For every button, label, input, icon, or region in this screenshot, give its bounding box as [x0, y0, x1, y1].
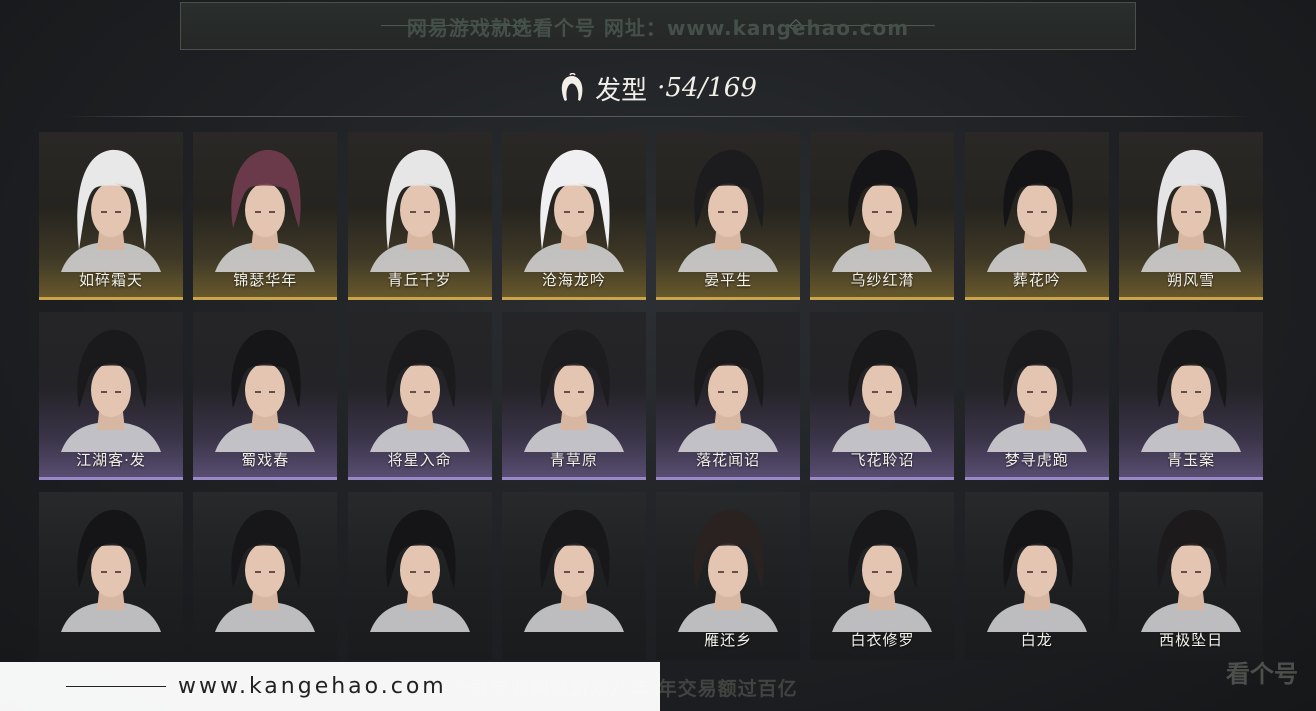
- hairstyle-grid: 如碎霜天 锦瑟华年 青丘千岁 沧海龙吟 晏平生 乌纱红潸 葬花吟 朔风雪江湖客·发 蜀戏春 将星入…: [39, 132, 1264, 660]
- hairstyle-card[interactable]: 锦瑟华年: [193, 132, 338, 300]
- hairstyle-card[interactable]: 朔风雪: [1119, 132, 1264, 300]
- hairstyle-name: 西极坠日: [1159, 631, 1224, 649]
- portrait-image: [678, 149, 779, 272]
- hairstyle-card[interactable]: [193, 492, 338, 660]
- hairstyle-card[interactable]: [347, 492, 492, 660]
- portrait-image: [523, 509, 624, 632]
- portrait-image: [215, 149, 316, 272]
- hairstyle-card[interactable]: 如碎霜天: [39, 132, 183, 300]
- hairstyle-card[interactable]: [501, 492, 646, 660]
- watermark-logo: 看个号: [1226, 660, 1298, 688]
- hairstyle-card[interactable]: 沧海龙吟: [501, 132, 646, 300]
- bottom-url-bar: www.kangehao.com: [0, 662, 660, 711]
- portrait-image: [986, 509, 1087, 632]
- hairstyle-name: 朔风雪: [1167, 271, 1216, 289]
- hairstyle-card[interactable]: 西极坠日: [1119, 492, 1264, 660]
- hairstyle-card[interactable]: 落花闻诏: [656, 312, 801, 480]
- portrait-image: [215, 509, 316, 632]
- portrait-image: [678, 329, 779, 452]
- hairstyle-name: 飞花聆诏: [850, 451, 915, 469]
- portrait-image: [1141, 329, 1242, 452]
- hairstyle-card[interactable]: 将星入命: [347, 312, 492, 480]
- hairstyle-card[interactable]: 葬花吟: [964, 132, 1109, 300]
- hairstyle-card[interactable]: 青玉案: [1119, 312, 1264, 480]
- heading-count-value: 54/169: [665, 73, 757, 103]
- hairstyle-name: 沧海龙吟: [541, 271, 606, 289]
- hairstyle-name: 江湖客·发: [76, 451, 146, 469]
- hairstyle-name: 青草原: [549, 451, 598, 469]
- hairstyle-card[interactable]: 白龙: [964, 492, 1109, 660]
- hairstyle-name: 乌纱红潸: [850, 271, 915, 289]
- hairstyle-card[interactable]: 青草原: [501, 312, 646, 480]
- page-heading: 发型 ·54/169: [0, 68, 1316, 108]
- hairstyle-name: 蜀戏春: [241, 451, 290, 469]
- hairstyle-name: 青玉案: [1167, 451, 1216, 469]
- portrait-image: [61, 509, 161, 632]
- portrait-image: [1141, 509, 1242, 632]
- hairstyle-card[interactable]: 乌纱红潸: [810, 132, 955, 300]
- portrait-image: [369, 329, 470, 452]
- hairstyle-card[interactable]: 蜀戏春: [193, 312, 338, 480]
- hairstyle-name: 白衣修罗: [850, 631, 915, 649]
- portrait-image: [678, 509, 779, 632]
- portrait-image: [986, 149, 1087, 272]
- heading-title: 发型: [595, 75, 648, 106]
- portrait-image: [369, 509, 470, 632]
- portrait-image: [523, 329, 624, 452]
- hairstyle-card[interactable]: 江湖客·发: [39, 312, 183, 480]
- hairstyle-name: 雁还乡: [704, 631, 753, 649]
- portrait-image: [523, 149, 624, 272]
- portrait-image: [1141, 149, 1242, 272]
- hairstyle-name: 青丘千岁: [387, 271, 452, 289]
- portrait-image: [832, 329, 933, 452]
- hairstyle-name: 白龙: [1020, 631, 1053, 649]
- top-watermark-banner: 网易游戏就选看个号 网址：www.kangehao.com: [180, 2, 1136, 50]
- portrait-image: [215, 329, 316, 452]
- top-watermark-text: 网易游戏就选看个号 网址：www.kangehao.com: [406, 15, 910, 40]
- portrait-image: [832, 149, 933, 272]
- hairstyle-card[interactable]: 晏平生: [656, 132, 801, 300]
- hairstyle-card[interactable]: 飞花聆诏: [810, 312, 955, 480]
- hairstyle-icon: [561, 73, 583, 101]
- hairstyle-name: 晏平生: [704, 271, 753, 289]
- portrait-image: [369, 149, 470, 272]
- hairstyle-card[interactable]: 青丘千岁: [347, 132, 492, 300]
- hairstyle-card[interactable]: 雁还乡: [656, 492, 801, 660]
- heading-count: ·54/169: [657, 73, 757, 103]
- bottom-url-text: www.kangehao.com: [178, 674, 447, 699]
- heading-divider: [64, 116, 1252, 117]
- hairstyle-card[interactable]: 梦寻虎跑: [964, 312, 1109, 480]
- hairstyle-name: 梦寻虎跑: [1004, 451, 1069, 469]
- hairstyle-name: 锦瑟华年: [233, 271, 298, 289]
- portrait-image: [61, 149, 161, 272]
- hairstyle-name: 葬花吟: [1012, 271, 1061, 289]
- hairstyle-name: 如碎霜天: [78, 271, 143, 289]
- url-bar-rule: [66, 686, 166, 687]
- hairstyle-name: 落花闻诏: [696, 451, 761, 469]
- hairstyle-card[interactable]: 白衣修罗: [810, 492, 955, 660]
- portrait-image: [986, 329, 1087, 452]
- portrait-image: [832, 509, 933, 632]
- portrait-image: [61, 329, 161, 452]
- hairstyle-card[interactable]: [39, 492, 183, 660]
- hairstyle-name: 将星入命: [387, 451, 452, 469]
